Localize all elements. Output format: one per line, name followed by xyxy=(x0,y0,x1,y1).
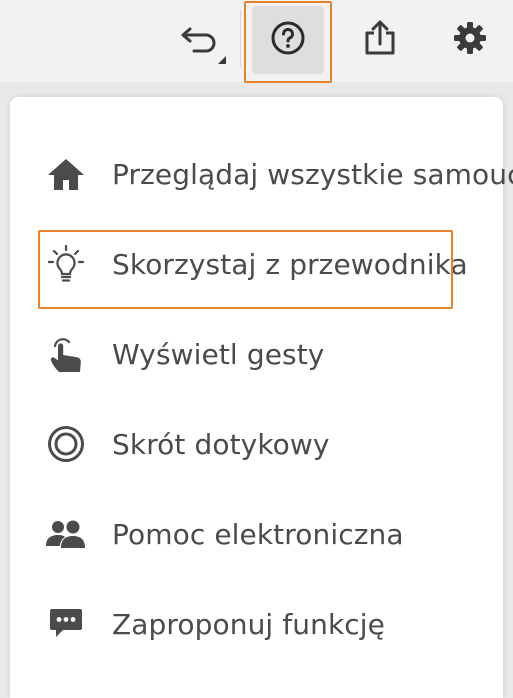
menu-item-label: Zaproponuj funkcję xyxy=(112,607,385,641)
menu-item-label: Skrót dotykowy xyxy=(112,427,330,461)
touch-shortcut-icon xyxy=(44,422,88,466)
menu-item-online-help[interactable]: Pomoc elektroniczna xyxy=(10,499,503,569)
gear-icon xyxy=(452,20,488,60)
guided-tour-highlight xyxy=(38,230,453,309)
settings-button[interactable] xyxy=(442,10,498,70)
home-icon xyxy=(44,152,88,196)
undo-history-caret-icon[interactable] xyxy=(218,56,226,64)
toolbar-divider xyxy=(240,10,241,68)
help-button[interactable] xyxy=(252,6,324,74)
top-toolbar xyxy=(0,0,513,83)
help-circle-icon xyxy=(270,20,306,60)
menu-item-show-gestures[interactable]: Wyświetl gesty xyxy=(10,319,503,389)
menu-item-browse-tutorials[interactable]: Przeglądaj wszystkie samoucz xyxy=(10,139,513,209)
menu-item-label: Przeglądaj wszystkie samoucz xyxy=(112,157,513,191)
share-icon xyxy=(361,19,399,61)
touch-gesture-icon xyxy=(44,332,88,376)
menu-item-suggest-feature[interactable]: Zaproponuj funkcję xyxy=(10,589,503,659)
undo-icon xyxy=(180,22,220,60)
people-icon xyxy=(44,512,88,556)
share-button[interactable] xyxy=(352,10,408,70)
help-menu: Przeglądaj wszystkie samoucz Skorzystaj … xyxy=(10,97,513,698)
menu-item-label: Wyświetl gesty xyxy=(112,337,325,371)
menu-item-label: Pomoc elektroniczna xyxy=(112,517,404,551)
feedback-bubble-icon xyxy=(44,602,88,646)
menu-item-touch-shortcut[interactable]: Skrót dotykowy xyxy=(10,409,503,479)
